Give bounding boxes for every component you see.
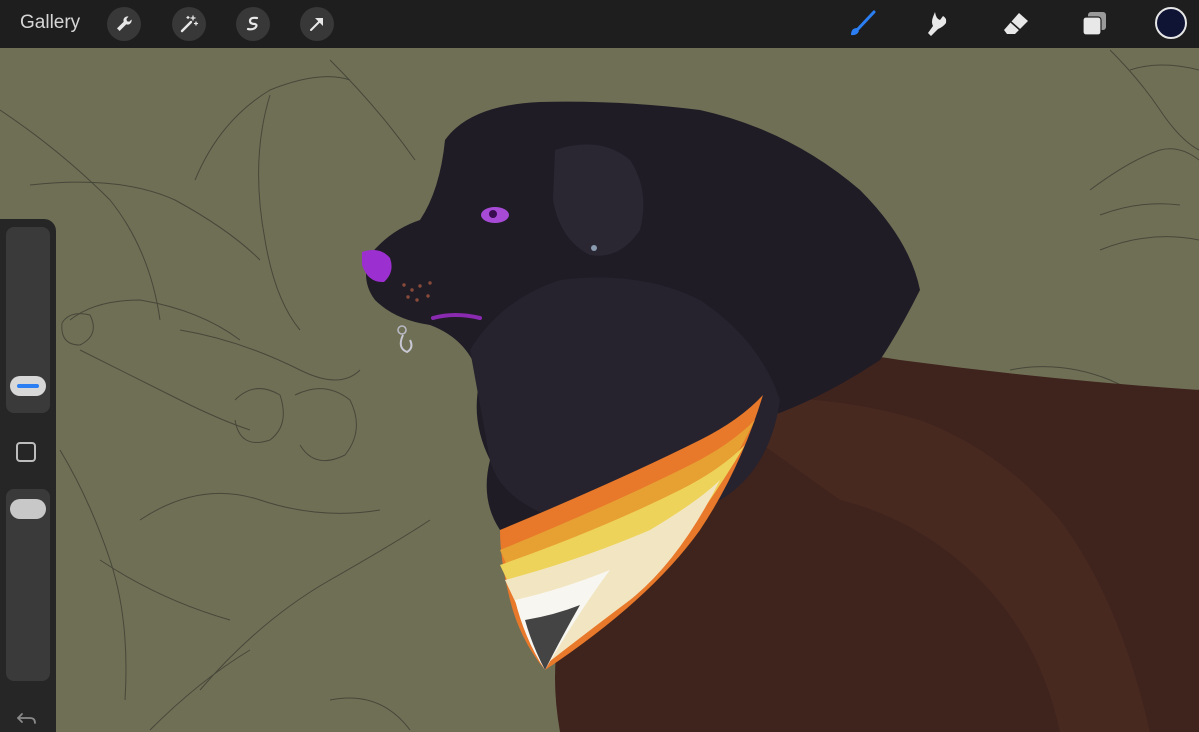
brush-size-slider[interactable]	[6, 227, 50, 413]
actions-button[interactable]	[107, 7, 141, 41]
brush-tool-button[interactable]	[844, 6, 880, 42]
brush-icon	[851, 10, 876, 36]
smudge-icon	[928, 12, 947, 36]
selection-s-icon	[246, 16, 259, 31]
undo-icon[interactable]	[16, 709, 38, 727]
eraser-tool-button[interactable]	[998, 6, 1034, 42]
eraser-icon	[1004, 13, 1028, 34]
brush-size-thumb[interactable]	[10, 376, 46, 396]
smudge-tool-button[interactable]	[920, 6, 956, 42]
adjustments-button[interactable]	[172, 7, 206, 41]
sidebar	[0, 219, 56, 732]
wrench-icon	[117, 16, 132, 31]
drawing-canvas[interactable]	[0, 48, 1199, 732]
layers-icon	[1082, 12, 1106, 36]
modify-button[interactable]	[16, 442, 36, 462]
selection-button[interactable]	[236, 7, 270, 41]
brush-opacity-slider[interactable]	[6, 489, 50, 681]
magic-wand-icon	[180, 15, 199, 33]
top-toolbar: Gallery	[0, 0, 1199, 48]
brush-opacity-thumb[interactable]	[10, 499, 46, 519]
arrow-icon	[310, 18, 323, 31]
layers-button[interactable]	[1076, 6, 1112, 42]
color-picker-button[interactable]	[1155, 7, 1187, 39]
transform-button[interactable]	[300, 7, 334, 41]
gallery-button[interactable]: Gallery	[20, 12, 80, 34]
